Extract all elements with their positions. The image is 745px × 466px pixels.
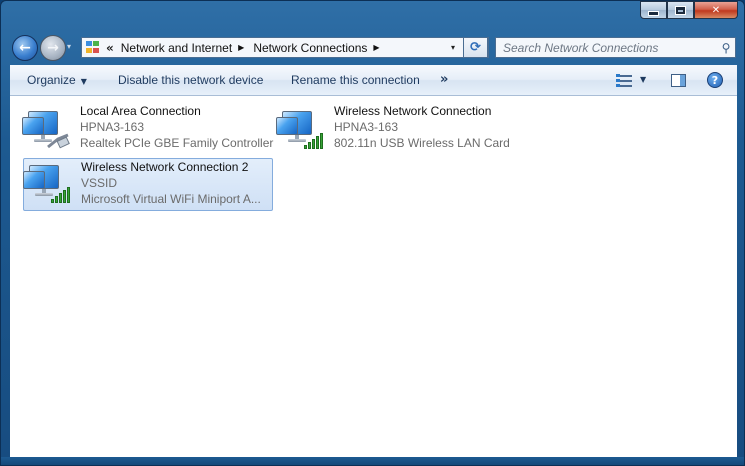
- change-view-icon[interactable]: [616, 74, 632, 88]
- search-input[interactable]: [496, 40, 717, 55]
- more-commands-button[interactable]: »: [440, 72, 448, 87]
- signal-strength-icon: [304, 133, 324, 149]
- maximize-button[interactable]: [667, 1, 694, 19]
- breadcrumb-network-and-internet[interactable]: Network and Internet: [121, 41, 232, 55]
- refresh-button[interactable]: ⟳: [463, 37, 488, 58]
- wireless-connection-icon: [276, 109, 324, 151]
- breadcrumb-overflow[interactable]: «: [106, 41, 114, 55]
- back-button[interactable]: ←: [12, 35, 38, 61]
- connection-adapter: 802.11n USB Wireless LAN Card: [334, 136, 510, 150]
- maximize-icon: [675, 5, 686, 15]
- explorer-window: ✕ ← → ▾ « Network and Internet ▶ Network…: [0, 0, 745, 466]
- connection-wireless-2[interactable]: Wireless Network Connection 2 VSSID Micr…: [23, 158, 273, 211]
- organize-label: Organize: [27, 73, 76, 87]
- connection-network: HPNA3-163: [334, 120, 399, 134]
- connections-list: Local Area Connection HPNA3-163 Realtek …: [10, 96, 737, 457]
- window-bottom-frame: [1, 457, 744, 465]
- close-icon: ✕: [711, 4, 721, 16]
- search-icon[interactable]: ⚲: [717, 41, 735, 55]
- forward-button[interactable]: →: [40, 35, 66, 61]
- address-bar[interactable]: « Network and Internet ▶ Network Connect…: [81, 37, 489, 58]
- wireless-connection-icon: [23, 163, 71, 205]
- connection-details: Wireless Network Connection 2 VSSID Micr…: [81, 159, 269, 207]
- connection-local-area[interactable]: Local Area Connection HPNA3-163 Realtek …: [22, 101, 273, 154]
- connection-wireless[interactable]: Wireless Network Connection HPNA3-163 80…: [276, 101, 516, 154]
- refresh-icon: ⟳: [470, 40, 481, 55]
- breadcrumb-network-connections[interactable]: Network Connections: [253, 41, 367, 55]
- caption-buttons: ✕: [640, 1, 738, 21]
- preview-pane-icon[interactable]: [671, 74, 686, 87]
- minimize-icon: [648, 10, 659, 16]
- control-panel-icon: [86, 41, 100, 54]
- connection-adapter: Realtek PCIe GBE Family Controller: [80, 136, 274, 150]
- help-button[interactable]: ?: [707, 72, 723, 88]
- connection-name: Wireless Network Connection 2: [81, 160, 249, 174]
- wired-connection-icon: [22, 109, 70, 151]
- minimize-button[interactable]: [640, 1, 667, 19]
- back-arrow-icon: ←: [19, 40, 31, 56]
- recent-pages-dropdown[interactable]: ▾: [67, 42, 71, 51]
- rename-connection-button[interactable]: Rename this connection: [291, 73, 420, 87]
- chevron-down-icon: ▼: [80, 77, 87, 86]
- address-dropdown[interactable]: ▾: [444, 43, 462, 52]
- connection-adapter: Microsoft Virtual WiFi Miniport A...: [81, 192, 261, 206]
- breadcrumb-separator[interactable]: ▶: [238, 43, 244, 52]
- breadcrumb-separator[interactable]: ▶: [373, 43, 379, 52]
- connection-network: VSSID: [81, 176, 118, 190]
- organize-button[interactable]: Organize ▼: [27, 73, 87, 87]
- connection-details: Wireless Network Connection HPNA3-163 80…: [334, 103, 510, 151]
- views-dropdown[interactable]: ▼: [640, 75, 646, 84]
- help-icon: ?: [711, 73, 719, 87]
- command-bar: Organize ▼ Disable this network device Re…: [10, 65, 737, 96]
- close-button[interactable]: ✕: [694, 1, 738, 19]
- forward-arrow-icon: →: [47, 40, 59, 56]
- search-box: ⚲: [495, 37, 736, 58]
- signal-strength-icon: [51, 187, 71, 203]
- disable-device-button[interactable]: Disable this network device: [118, 73, 263, 87]
- connection-details: Local Area Connection HPNA3-163 Realtek …: [80, 103, 273, 151]
- connection-name: Wireless Network Connection: [334, 104, 492, 118]
- connection-name: Local Area Connection: [80, 104, 201, 118]
- connection-network: HPNA3-163: [80, 120, 145, 134]
